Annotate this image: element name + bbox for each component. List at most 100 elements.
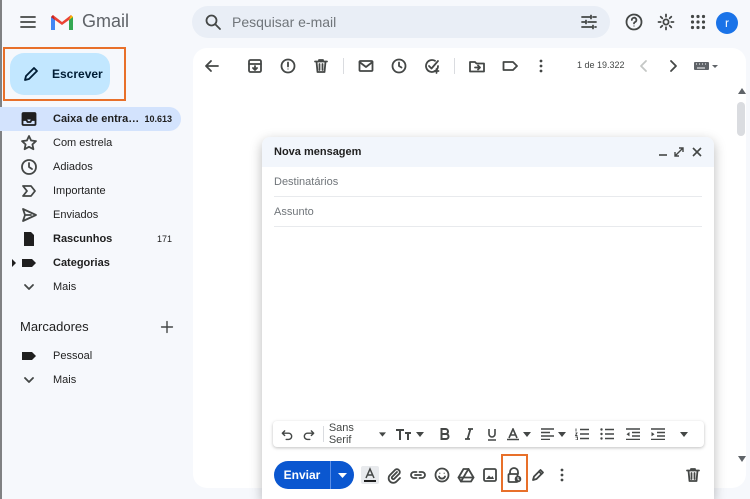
- insert-photo-button[interactable]: [481, 466, 499, 484]
- subject-field[interactable]: [274, 197, 702, 227]
- apps-grid-icon: [690, 14, 706, 30]
- sidebar-labels-more[interactable]: Mais: [0, 368, 181, 392]
- message-body[interactable]: [274, 229, 702, 415]
- font-size-select[interactable]: [396, 424, 425, 444]
- insert-signature-button[interactable]: [529, 466, 547, 484]
- add-label-button[interactable]: [160, 320, 174, 334]
- highlight-box-confidential: [501, 454, 528, 492]
- chevron-down-icon: [24, 284, 34, 290]
- search-icon[interactable]: [204, 13, 222, 31]
- attach-file-button[interactable]: [385, 466, 403, 484]
- search-input[interactable]: [232, 14, 580, 30]
- archive-button[interactable]: [246, 57, 264, 75]
- more-formatting-button[interactable]: [676, 424, 692, 444]
- formatting-options-button[interactable]: [361, 466, 379, 484]
- compose-title: Nova mensagem: [274, 146, 362, 158]
- insert-emoji-button[interactable]: [433, 466, 451, 484]
- sidebar-item-drafts[interactable]: Rascunhos 171: [0, 227, 181, 251]
- hamburger-menu-icon: [20, 16, 36, 28]
- avatar[interactable]: r: [716, 12, 738, 34]
- text-size-icon: [396, 429, 412, 440]
- gmail-logo[interactable]: Gmail: [50, 11, 129, 32]
- report-icon: [280, 58, 296, 74]
- italic-button[interactable]: [460, 424, 478, 444]
- pen-signature-icon: [532, 469, 544, 481]
- older-button[interactable]: [664, 57, 682, 75]
- bold-button[interactable]: [436, 424, 454, 444]
- sidebar-item-categories[interactable]: Categorias: [0, 251, 181, 275]
- mark-unread-button[interactable]: [357, 57, 375, 75]
- redo-button[interactable]: [301, 424, 317, 444]
- search-bar[interactable]: [192, 6, 610, 38]
- schedule-send-button[interactable]: [331, 472, 354, 478]
- sidebar-item-more[interactable]: Mais: [0, 275, 181, 299]
- drive-icon: [457, 468, 475, 483]
- formatting-toolbar: Sans Serif: [273, 421, 704, 447]
- apps-button[interactable]: [688, 12, 708, 32]
- toolbar-divider: [343, 58, 344, 74]
- numbered-list-button[interactable]: [572, 424, 591, 444]
- sidebar-label-personal[interactable]: Pessoal: [0, 344, 181, 368]
- insert-drive-button[interactable]: [457, 466, 475, 484]
- trash-icon: [314, 59, 328, 73]
- subject-input[interactable]: [274, 205, 702, 218]
- chevron-left-icon: [640, 60, 647, 72]
- toolbar-divider: [454, 58, 455, 74]
- send-button[interactable]: Enviar: [274, 461, 354, 489]
- unread-count: 10.613: [144, 114, 172, 124]
- text-color-select[interactable]: [507, 424, 532, 444]
- insert-link-button[interactable]: [409, 466, 427, 484]
- delete-button[interactable]: [312, 57, 330, 75]
- indent-more-button[interactable]: [649, 424, 668, 444]
- compose-header[interactable]: Nova mensagem: [262, 137, 714, 167]
- scrollbar-thumb[interactable]: [737, 102, 745, 136]
- settings-button[interactable]: [656, 12, 676, 32]
- sidebar-item-sent[interactable]: Enviados: [0, 203, 181, 227]
- fullscreen-icon[interactable]: [674, 147, 684, 157]
- sidebar-item-important[interactable]: Importante: [0, 179, 181, 203]
- expand-arrow-icon[interactable]: [11, 259, 17, 267]
- recipients-input[interactable]: [274, 175, 702, 188]
- back-button[interactable]: [203, 57, 221, 75]
- newer-button[interactable]: [635, 57, 653, 75]
- close-icon[interactable]: [692, 147, 702, 157]
- sidebar-item-starred[interactable]: Com estrela: [0, 131, 181, 155]
- highlight-box-compose: [3, 47, 126, 101]
- move-to-button[interactable]: [468, 57, 486, 75]
- labels-button[interactable]: [501, 57, 519, 75]
- underline-button[interactable]: [484, 424, 502, 444]
- undo-button[interactable]: [279, 424, 295, 444]
- add-task-button[interactable]: [423, 57, 441, 75]
- sidebar-item-inbox[interactable]: Caixa de entra… 10.613: [0, 107, 181, 131]
- indent-less-button[interactable]: [623, 424, 642, 444]
- dropdown-arrow-icon: [416, 431, 425, 437]
- undo-icon: [281, 430, 293, 441]
- discard-draft-button[interactable]: [684, 466, 702, 484]
- search-options-icon[interactable]: [580, 13, 598, 31]
- sidebar-item-snoozed[interactable]: Adiados: [0, 155, 181, 179]
- snooze-button[interactable]: [390, 57, 408, 75]
- more-actions-button[interactable]: [532, 57, 550, 75]
- minimize-icon[interactable]: [658, 147, 668, 157]
- align-select[interactable]: [541, 424, 567, 444]
- main-menu-button[interactable]: [12, 10, 44, 34]
- recipients-field[interactable]: [274, 167, 702, 197]
- labels-heading: Marcadores: [20, 319, 89, 334]
- input-tools-button[interactable]: [692, 57, 720, 75]
- folder-move-icon: [469, 61, 485, 73]
- indent-decrease-icon: [625, 428, 640, 440]
- font-select[interactable]: Sans Serif: [329, 422, 387, 446]
- scroll-up-icon[interactable]: [738, 88, 746, 94]
- sidebar-item-label: Caixa de entra…: [53, 113, 140, 125]
- text-color-icon: [507, 427, 520, 440]
- compose-window: Nova mensagem Sans Serif: [262, 137, 714, 499]
- bulleted-list-button[interactable]: [598, 424, 617, 444]
- more-vert-icon: [560, 468, 564, 482]
- dropdown-arrow-icon: [379, 431, 387, 437]
- help-button[interactable]: [624, 12, 644, 32]
- more-options-button[interactable]: [553, 466, 571, 484]
- scroll-down-icon[interactable]: [738, 456, 746, 462]
- report-spam-button[interactable]: [279, 57, 297, 75]
- italic-icon: [464, 428, 473, 440]
- mail-icon: [358, 60, 374, 72]
